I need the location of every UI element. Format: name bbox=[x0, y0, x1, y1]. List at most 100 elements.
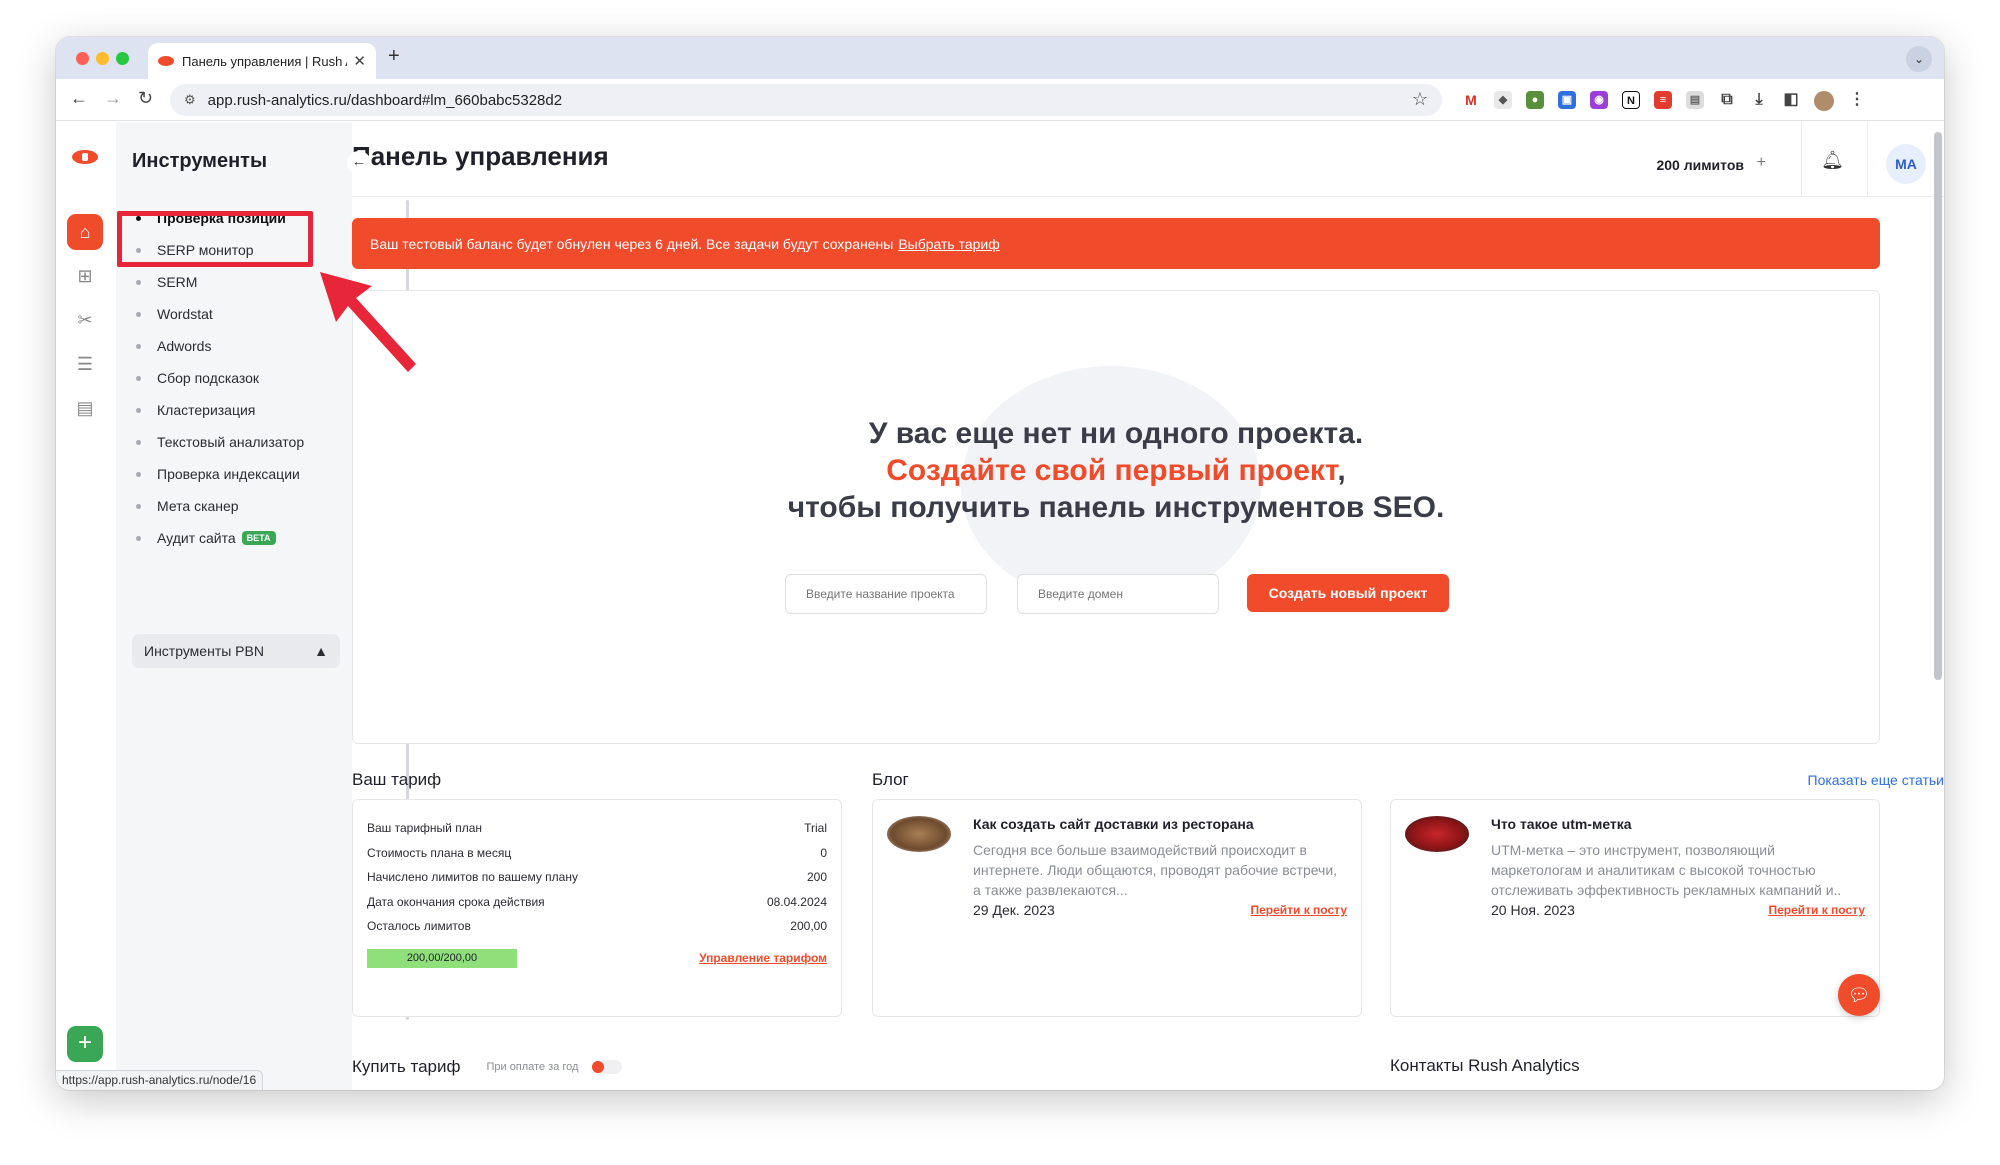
domain-input[interactable] bbox=[1017, 574, 1219, 614]
create-project-form: Создать новый проект bbox=[785, 574, 1449, 614]
create-project-button[interactable]: Создать новый проект bbox=[1247, 574, 1449, 612]
tab-search-button[interactable]: ⌄ bbox=[1906, 46, 1932, 72]
status-bar-url: https://app.rush-analytics.ru/node/16 bbox=[56, 1070, 264, 1090]
alert-text: Ваш тестовый баланс будет обнулен через … bbox=[370, 235, 894, 252]
empty-state-message: У вас еще нет ни одного проекта. Создайт… bbox=[787, 417, 1445, 524]
add-icon[interactable]: + bbox=[67, 1026, 103, 1062]
rush-logo-icon[interactable] bbox=[72, 150, 98, 164]
sidebar-item-suggestions[interactable]: Сбор подсказок bbox=[136, 362, 304, 394]
app-root: ⌂ ⊞ ✂ ☰ ▤ + Инструменты ← Проверка позиц… bbox=[56, 122, 1944, 1090]
add-limits-icon[interactable]: + bbox=[1757, 154, 1766, 172]
sidebar-item-meta-scanner[interactable]: Мета сканер bbox=[136, 490, 304, 522]
blog-post-card[interactable]: Как создать сайт доставки из ресторана С… bbox=[872, 799, 1362, 1017]
extension-diamond-icon[interactable]: ◆ bbox=[1494, 91, 1512, 109]
chat-support-icon[interactable]: 💬︎ bbox=[1838, 974, 1880, 1016]
blog-post-card[interactable]: Что такое utm-метка UTM-метка – это инст… bbox=[1390, 799, 1880, 1017]
sidebar-title: Инструменты bbox=[132, 150, 268, 172]
limits-counter: 200 лимитов bbox=[1656, 157, 1744, 173]
notion-extension-icon[interactable]: N bbox=[1622, 91, 1640, 109]
beta-badge: BETA bbox=[241, 531, 276, 545]
site-settings-icon[interactable]: ⚙ bbox=[184, 92, 196, 108]
blog-section-title: Блог bbox=[872, 770, 909, 789]
page-title: Панель управления bbox=[352, 141, 609, 171]
browser-toolbar: ← → ↻ ⚙ app.rush-analytics.ru/dashboard#… bbox=[56, 79, 1944, 121]
extension-grey-icon[interactable]: ▤ bbox=[1686, 91, 1704, 109]
downloads-icon[interactable]: ⤓ bbox=[1750, 91, 1768, 109]
forward-icon[interactable]: → bbox=[104, 88, 122, 109]
sidebar-collapse-icon[interactable]: ← bbox=[347, 151, 371, 175]
browser-window: Панель управления | Rush Analytics ✕ + ⌄… bbox=[56, 37, 1944, 1090]
divider bbox=[1867, 122, 1868, 197]
address-bar[interactable]: ⚙ app.rush-analytics.ru/dashboard#lm_660… bbox=[170, 84, 1442, 116]
sidebar-item-clustering[interactable]: Кластеризация bbox=[136, 394, 304, 426]
choose-tariff-link[interactable]: Выбрать тариф bbox=[898, 236, 999, 252]
bell-icon[interactable]: 🔔︎ bbox=[1821, 150, 1844, 171]
bookmark-star-icon[interactable]: ☆ bbox=[1412, 89, 1428, 110]
tools-icon[interactable]: ✂ bbox=[67, 302, 103, 338]
post-thumbnail bbox=[1405, 816, 1469, 852]
tariff-section-title: Ваш тариф bbox=[352, 770, 442, 789]
post-date: 20 Ноя. 2023 bbox=[1491, 902, 1575, 918]
yearly-payment-toggle[interactable] bbox=[592, 1060, 623, 1074]
extension-blue-icon[interactable]: ▣ bbox=[1558, 91, 1576, 109]
minimize-window-button[interactable] bbox=[96, 52, 109, 65]
extension-red-icon[interactable]: ≡ bbox=[1654, 91, 1672, 109]
user-avatar[interactable]: MA bbox=[1886, 144, 1926, 184]
pbn-tools-dropdown[interactable]: Инструменты PBN ▲ bbox=[132, 634, 340, 668]
manage-tariff-link[interactable]: Управление тарифом bbox=[699, 951, 827, 965]
close-window-button[interactable] bbox=[76, 52, 89, 65]
browser-tab[interactable]: Панель управления | Rush Analytics ✕ bbox=[148, 43, 376, 79]
home-icon[interactable]: ⌂ bbox=[67, 214, 103, 250]
empty-projects-card: У вас еще нет ни одного проекта. Создайт… bbox=[352, 290, 1880, 744]
limits-progress-bar: 200,00/200,00 bbox=[367, 948, 517, 968]
main-content: Панель управления 200 лимитов + 🔔︎ MA Ва… bbox=[352, 122, 1944, 1090]
pointer-arrow bbox=[320, 272, 416, 372]
tab-bar: Панель управления | Rush Analytics ✕ + ⌄ bbox=[56, 37, 1944, 79]
sidebar-item-index-check[interactable]: Проверка индексации bbox=[136, 458, 304, 490]
main-scrollbar[interactable] bbox=[1934, 132, 1942, 680]
sidebar-item-wordstat[interactable]: Wordstat bbox=[136, 298, 304, 330]
apps-grid-icon[interactable]: ⊞ bbox=[67, 258, 103, 294]
extension-purple-icon[interactable]: ◉ bbox=[1590, 91, 1608, 109]
gmail-extension-icon[interactable]: M bbox=[1462, 91, 1480, 109]
highlight-box bbox=[117, 211, 313, 267]
tab-close-icon[interactable]: ✕ bbox=[353, 52, 366, 70]
post-title: Что такое utm-метка bbox=[1491, 816, 1632, 832]
create-first-project-link[interactable]: Создайте свой первый проект bbox=[886, 454, 1337, 487]
maximize-window-button[interactable] bbox=[116, 52, 129, 65]
go-to-post-link[interactable]: Перейти к посту bbox=[1250, 903, 1347, 917]
chrome-menu-icon[interactable]: ⋮ bbox=[1848, 91, 1866, 109]
list-icon[interactable]: ☰ bbox=[67, 346, 103, 382]
sidebar-item-text-analyzer[interactable]: Текстовый анализатор bbox=[136, 426, 304, 458]
extension-green-icon[interactable]: ● bbox=[1526, 91, 1544, 109]
go-to-post-link[interactable]: Перейти к посту bbox=[1768, 903, 1865, 917]
chrome-profile-avatar[interactable] bbox=[1814, 91, 1834, 111]
sidebar-item-adwords[interactable]: Adwords bbox=[136, 330, 304, 362]
icon-rail: ⌂ ⊞ ✂ ☰ ▤ + bbox=[56, 122, 116, 1090]
extensions-puzzle-icon[interactable]: ⧉ bbox=[1718, 91, 1736, 109]
document-icon[interactable]: ▤ bbox=[67, 390, 103, 426]
tariff-row: Осталось лимитов 200,00 bbox=[367, 919, 827, 934]
post-title: Как создать сайт доставки из ресторана bbox=[973, 816, 1254, 832]
extensions-row: M ◆ ● ▣ ◉ N ≡ ▤ ⧉ ⤓ ◧ ⋮ bbox=[1462, 91, 1866, 111]
new-tab-button[interactable]: + bbox=[388, 45, 400, 68]
rush-favicon-icon bbox=[158, 56, 174, 66]
project-name-input[interactable] bbox=[785, 574, 987, 614]
post-excerpt: UTM-метка – это инструмент, позволяющий … bbox=[1491, 842, 1842, 898]
post-date: 29 Дек. 2023 bbox=[973, 902, 1055, 918]
tariff-row: Начислено лимитов по вашему плану 200 bbox=[367, 870, 827, 885]
sidebar-item-serm[interactable]: SERM bbox=[136, 266, 304, 298]
reload-icon[interactable]: ↻ bbox=[138, 88, 153, 109]
buy-tariff-header: Купить тариф При оплате за год bbox=[352, 1057, 623, 1077]
post-excerpt: Сегодня все больше взаимодействий происх… bbox=[973, 842, 1338, 898]
tariff-card: Ваш тарифный план Trial Стоимость плана в… bbox=[352, 799, 842, 1017]
show-more-articles-link[interactable]: Показать еще статьи bbox=[1808, 772, 1945, 788]
trial-alert-banner: Ваш тестовый баланс будет обнулен через … bbox=[352, 218, 1880, 269]
tariff-row: Стоимость плана в месяц 0 bbox=[367, 845, 827, 860]
contacts-section-title: Контакты Rush Analytics bbox=[1390, 1056, 1580, 1075]
sidebar-item-site-audit[interactable]: Аудит сайта BETA bbox=[136, 522, 304, 554]
side-panel-icon[interactable]: ◧ bbox=[1782, 91, 1800, 109]
back-icon[interactable]: ← bbox=[70, 88, 88, 109]
caret-up-icon: ▲ bbox=[314, 643, 328, 659]
tariff-row: Дата окончания срока действия 08.04.2024 bbox=[367, 894, 827, 909]
